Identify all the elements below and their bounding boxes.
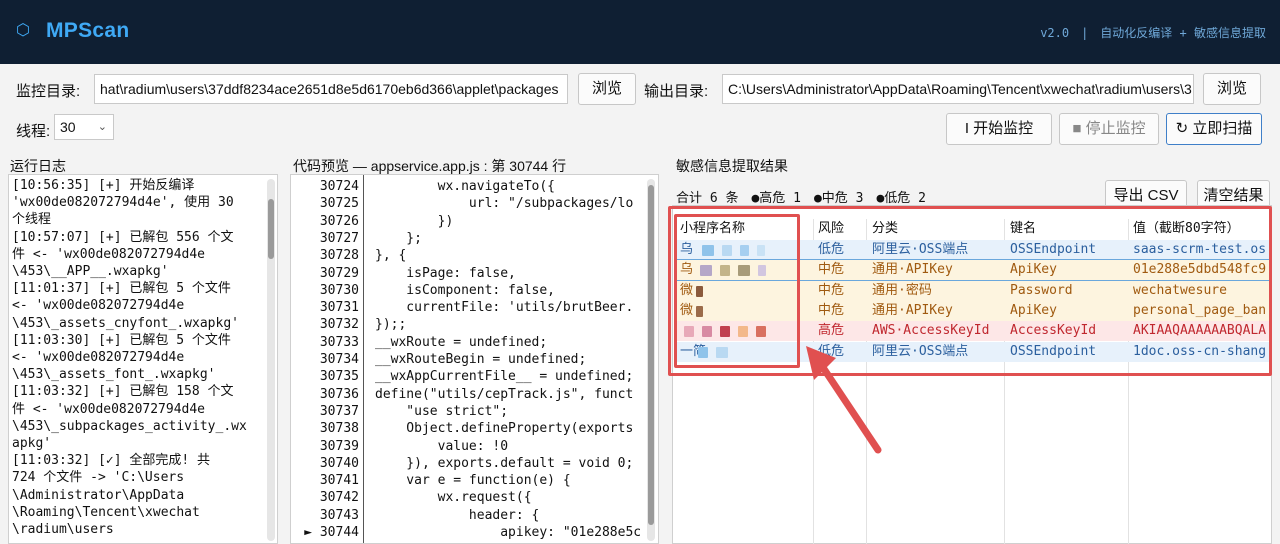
code-line: "use strict";: [375, 403, 509, 419]
line-number-gutter: 30724 30725 30726 30727 30728 30729 30730 30731…: [291, 175, 363, 543]
stop-monitor-button[interactable]: ■ 停止监控: [1059, 113, 1159, 145]
results-title: 敏感信息提取结果: [676, 158, 788, 174]
line-number: 30725: [319, 196, 359, 212]
line-number: 30739: [319, 438, 359, 454]
log-line: 件 <- 'wx00de082072794d4e: [12, 401, 206, 417]
log-line: \453\__APP__.wxapkg': [12, 264, 169, 280]
app-title: MPScan: [46, 19, 130, 42]
code-line: url: "/subpackages/lo: [375, 196, 634, 212]
log-line: apkg': [12, 436, 52, 452]
monitor-dir-input[interactable]: hat\radium\users\37ddf8234ace2651d8e5d61…: [94, 74, 568, 104]
code-line: });;: [375, 317, 407, 333]
code-line: currentFile: 'utils/brutBeer.: [375, 300, 634, 316]
log-line: \453\_subpackages_activity_.wx: [12, 418, 247, 434]
browse-output-button[interactable]: 浏览: [1203, 73, 1261, 105]
code-line: };: [375, 230, 422, 246]
annotation-name-column-box: [674, 214, 800, 368]
code-preview-title: 代码预览 — appservice.app.js : 第 30744 行: [293, 158, 567, 174]
log-line: 个线程: [12, 212, 52, 228]
log-line: [11:01:37] [+] 已解包 5 个文件: [12, 281, 231, 297]
code-line: define("utils/cepTrack.js", funct: [375, 386, 634, 402]
hexagon-logo-icon: ⬡: [16, 22, 30, 39]
code-line: Object.defineProperty(exports: [375, 421, 634, 437]
line-number: 30731: [319, 300, 359, 316]
results-stats: 合计 6 条 ●高危 1 ●中危 3 ●低危 2: [676, 191, 926, 206]
log-line: [10:56:35] [+] 开始反编译: [12, 178, 195, 193]
code-line: var e = function(e) {: [375, 473, 571, 489]
code-line: __wxRoute = undefined;: [375, 334, 548, 350]
line-number: 30741: [319, 473, 359, 489]
title-bar: ⬡ MPScan v2.0 | 自动化反编译 + 敏感信息提取: [0, 0, 1280, 64]
log-line: 件 <- 'wx00de082072794d4e: [12, 246, 206, 262]
log-line: [10:57:07] [+] 已解包 556 个文: [12, 229, 234, 245]
line-number: 30740: [319, 455, 359, 471]
monitor-dir-label: 监控目录:: [16, 83, 81, 100]
code-line: header: {: [375, 507, 540, 523]
log-text: [10:56:35] [+] 开始反编译 'wx00de082072794d4e'…: [12, 177, 260, 538]
browse-monitor-button[interactable]: 浏览: [578, 73, 636, 105]
output-dir-input[interactable]: C:\Users\Administrator\AppData\Roaming\T…: [722, 74, 1194, 104]
log-scrollbar-thumb[interactable]: [268, 199, 274, 259]
line-number: 30729: [319, 265, 359, 281]
code-scrollbar[interactable]: [647, 179, 655, 541]
line-number: 30726: [319, 213, 359, 229]
annotation-arrow-icon: [806, 346, 882, 454]
code-line: apikey: "01e288e5c: [375, 525, 642, 540]
line-number: 30724: [319, 179, 359, 194]
code-preview-panel[interactable]: 30724 30725 30726 30727 30728 30729 30730 30731…: [290, 174, 659, 544]
log-line: 724 个文件 -> 'C:\Users: [12, 470, 185, 486]
scan-now-button[interactable]: ↻ 立即扫描: [1166, 113, 1262, 145]
log-line: <- 'wx00de082072794d4e: [12, 298, 185, 314]
start-monitor-button[interactable]: I 开始监控: [946, 113, 1052, 145]
log-line: \Roaming\Tencent\xwechat: [12, 504, 200, 520]
log-line: \453\_assets_cnyfont_.wxapkg': [12, 315, 239, 331]
line-number: 30735: [319, 369, 359, 385]
threads-value: 30: [60, 119, 76, 135]
line-number: 30732: [319, 317, 359, 333]
line-number: 30730: [319, 282, 359, 298]
log-line: [11:03:32] [+] 已解包 158 个文: [12, 384, 234, 400]
code-line: __wxRouteBegin = undefined;: [375, 352, 587, 367]
code-line: }): [375, 213, 454, 229]
log-scrollbar[interactable]: [267, 179, 275, 541]
line-number: 30738: [319, 421, 359, 437]
code-line: __wxAppCurrentFile__ = undefined;: [375, 369, 634, 385]
line-number: 30734: [319, 352, 359, 367]
threads-select[interactable]: 30 ⌄: [54, 114, 114, 140]
code-scrollbar-thumb[interactable]: [648, 185, 654, 525]
gutter-divider: [363, 175, 364, 543]
chevron-down-icon: ⌄: [97, 121, 107, 133]
log-line: \radium\users: [12, 522, 114, 538]
line-number: 30742: [319, 490, 359, 506]
log-line: <- 'wx00de082072794d4e: [12, 350, 185, 366]
threads-label: 线程:: [16, 123, 51, 140]
log-title: 运行日志: [10, 158, 66, 174]
code-line: wx.navigateTo({: [375, 179, 556, 194]
code-line: }), exports.default = void 0;: [375, 455, 634, 471]
log-line: \453\_assets_font_.wxapkg': [12, 367, 216, 383]
line-number: 30737: [319, 403, 359, 419]
code-line: value: !0: [375, 438, 509, 454]
code-line: }, {: [375, 248, 407, 264]
code-line: wx.request({: [375, 490, 532, 506]
log-line: [11:03:32] [✓] 全部完成! 共: [12, 453, 211, 469]
line-number: 30727: [319, 230, 359, 246]
line-number: 30728: [319, 248, 359, 264]
output-dir-label: 输出目录:: [644, 83, 709, 100]
log-line: [11:03:30] [+] 已解包 5 个文件: [12, 332, 231, 348]
log-line: 'wx00de082072794d4e', 使用 30: [12, 195, 234, 211]
line-number: 30743: [319, 507, 359, 523]
current-line-number: ► 30744: [304, 525, 359, 540]
log-line: \Administrator\AppData: [12, 487, 185, 503]
log-panel[interactable]: [10:56:35] [+] 开始反编译 'wx00de082072794d4e'…: [8, 174, 278, 544]
line-number: 30733: [319, 334, 359, 350]
code-line: isPage: false,: [375, 265, 516, 281]
version-subtitle: v2.0 | 自动化反编译 + 敏感信息提取: [1040, 26, 1266, 40]
line-number: 30736: [319, 386, 359, 402]
code-line: isComponent: false,: [375, 282, 556, 298]
